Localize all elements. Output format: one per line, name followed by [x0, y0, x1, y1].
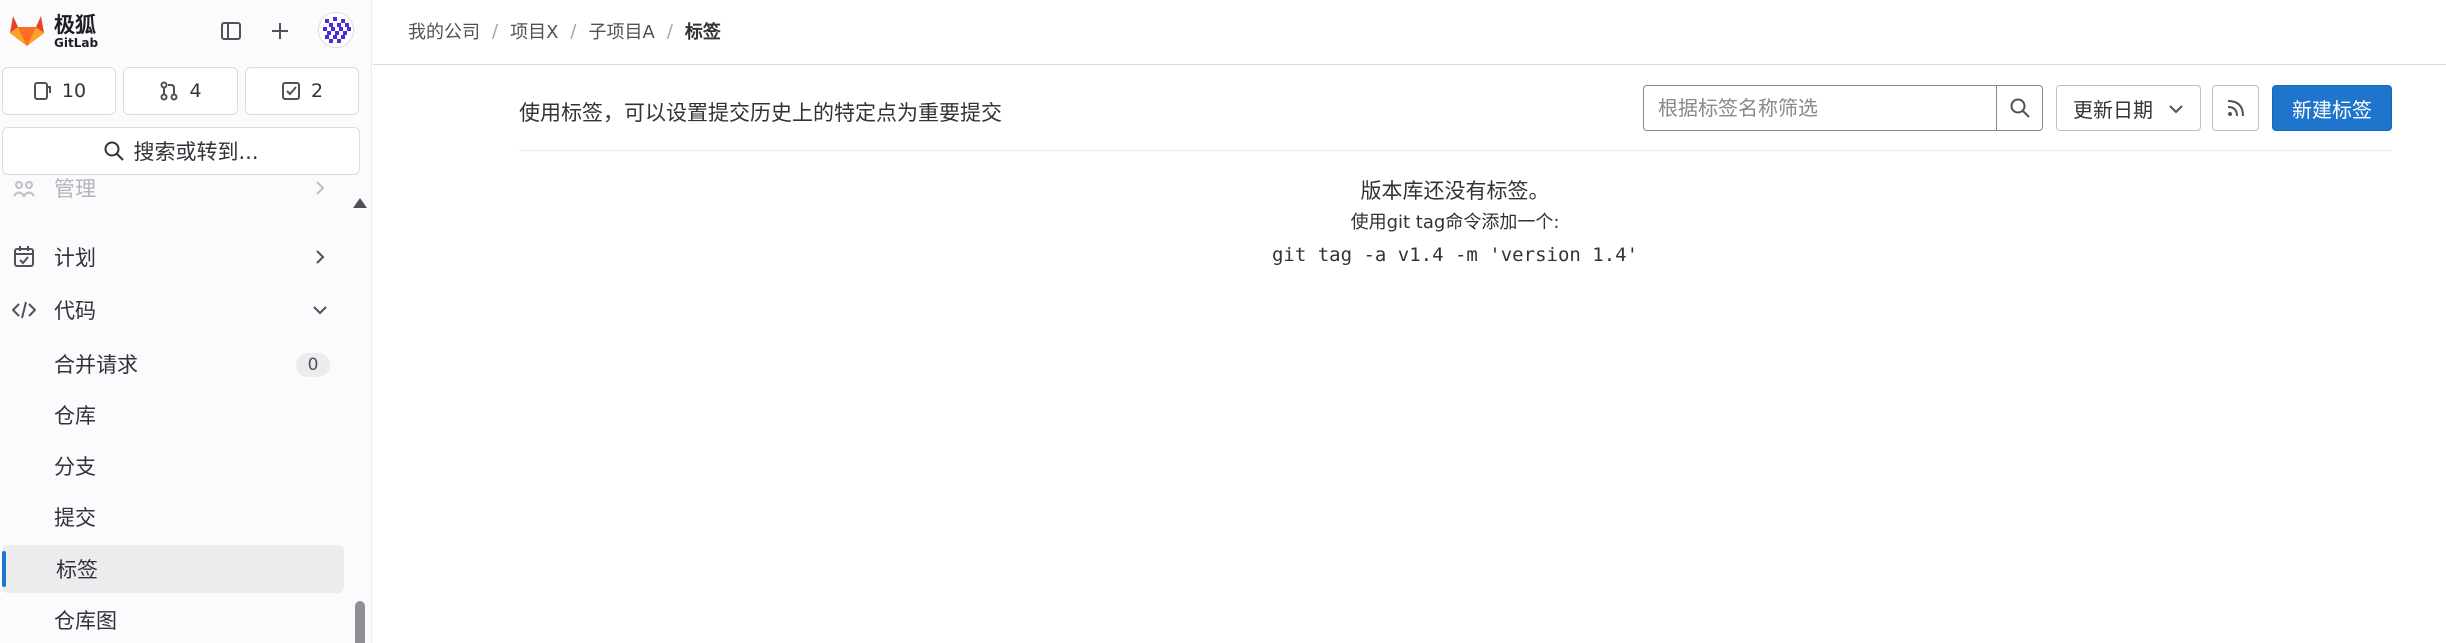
sidebar-item-repository[interactable]: 仓库	[0, 391, 344, 439]
content-divider	[519, 150, 2392, 151]
search-icon	[2010, 98, 2030, 118]
user-avatar[interactable]	[318, 12, 354, 48]
search-icon	[104, 141, 125, 161]
sidebar-item-label: 仓库	[54, 404, 96, 428]
sidebar-toggle-button[interactable]	[214, 14, 248, 48]
merge-requests-count-badge: 0	[296, 353, 330, 377]
sidebar: 极狐 GitLab 10 4 2 搜索或转到... 管理 计划 代码 合并请求 …	[0, 0, 372, 643]
sidebar-item-label: 仓库图	[54, 609, 117, 633]
search-or-goto-label: 搜索或转到...	[133, 140, 259, 164]
tag-filter-input[interactable]	[1643, 85, 1996, 131]
avatar-pattern-icon	[319, 13, 353, 47]
sidebar-item-label: 分支	[54, 455, 96, 479]
breadcrumb-item-subproject[interactable]: 子项目A	[589, 18, 655, 44]
sort-dropdown-label: 更新日期	[2073, 97, 2153, 122]
new-tag-button-label: 新建标签	[2292, 97, 2372, 122]
breadcrumb-separator: /	[570, 20, 577, 42]
breadcrumb-separator: /	[666, 20, 673, 42]
calendar-icon	[14, 246, 34, 267]
tag-filter-search-button[interactable]	[1996, 85, 2043, 131]
rss-icon	[2227, 100, 2244, 117]
sidebar-scrollbar[interactable]	[350, 180, 370, 643]
sidebar-toggle-icon	[221, 22, 241, 40]
brand-title: 极狐	[54, 13, 96, 37]
sidebar-item-label: 代码	[54, 299, 96, 323]
tags-description: 使用标签，可以设置提交历史上的特定点为重要提交	[519, 101, 1002, 125]
empty-state: 版本库还没有标签。 使用git tag命令添加一个: git tag -a v1…	[1165, 170, 1745, 276]
sidebar-item-tags[interactable]: 标签	[2, 545, 344, 593]
sort-dropdown[interactable]: 更新日期	[2056, 85, 2201, 131]
sidebar-item-label: 合并请求	[54, 353, 138, 377]
todo-icon	[281, 82, 300, 100]
sidebar-item-commits[interactable]: 提交	[0, 493, 344, 541]
sidebar-item-branches[interactable]: 分支	[0, 442, 344, 490]
scrollbar-thumb[interactable]	[355, 601, 365, 643]
sidebar-item-repository-graph[interactable]: 仓库图	[0, 596, 344, 643]
todos-count-button[interactable]: 2	[245, 67, 359, 115]
brand-name[interactable]: 极狐 GitLab	[54, 14, 98, 49]
gitlab-logo-icon[interactable]	[8, 13, 46, 47]
sidebar-item-label: 提交	[54, 506, 96, 530]
empty-state-command: git tag -a v1.4 -m 'version 1.4'	[1271, 244, 1639, 266]
todos-count: 2	[310, 80, 324, 102]
brand-subtitle: GitLab	[54, 36, 99, 50]
sidebar-item-code[interactable]: 代码	[0, 286, 344, 334]
issues-count: 10	[61, 80, 87, 102]
sidebar-item-admin[interactable]: 管理	[0, 164, 344, 212]
issue-icon	[33, 82, 51, 100]
breadcrumb-item-project[interactable]: 项目X	[510, 18, 558, 44]
sidebar-item-plan[interactable]: 计划	[0, 233, 344, 281]
breadcrumb-item-company[interactable]: 我的公司	[408, 18, 480, 44]
empty-state-title: 版本库还没有标签。	[1360, 179, 1550, 203]
scroll-up-arrow-icon[interactable]	[353, 198, 367, 208]
merge-requests-count: 4	[189, 80, 202, 102]
sidebar-item-merge-requests[interactable]: 合并请求 0	[0, 340, 344, 388]
chevron-down-icon	[313, 306, 327, 315]
sidebar-item-label: 管理	[54, 177, 96, 201]
merge-requests-count-button[interactable]: 4	[123, 67, 238, 115]
empty-state-hint: 使用git tag命令添加一个:	[1350, 212, 1560, 233]
admin-icon	[13, 181, 35, 198]
user-counts: 10 4 2	[0, 67, 371, 115]
new-tag-button[interactable]: 新建标签	[2272, 85, 2392, 131]
sidebar-item-label: 标签	[56, 558, 98, 582]
breadcrumb-separator: /	[492, 20, 499, 42]
chevron-right-icon	[316, 250, 325, 264]
plus-icon	[272, 23, 288, 39]
code-icon	[12, 301, 36, 319]
create-new-button[interactable]	[263, 14, 297, 48]
issues-count-button[interactable]: 10	[2, 67, 116, 115]
rss-feed-button[interactable]	[2212, 85, 2259, 131]
breadcrumb-item-current[interactable]: 标签	[685, 18, 721, 44]
merge-request-icon	[160, 81, 178, 101]
chevron-right-icon	[316, 181, 325, 195]
breadcrumb: 我的公司 / 项目X / 子项目A / 标签	[408, 18, 721, 44]
chevron-down-icon	[2169, 105, 2183, 114]
sidebar-item-label: 计划	[54, 246, 96, 270]
header-divider	[373, 64, 2446, 65]
sidebar-header: 极狐 GitLab	[0, 0, 371, 60]
